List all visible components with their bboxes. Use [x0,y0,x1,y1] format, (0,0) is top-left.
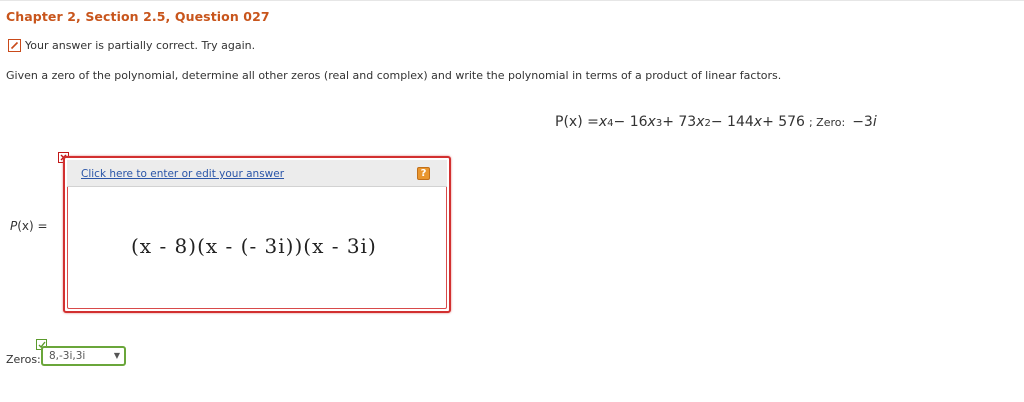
help-icon[interactable]: ? [417,167,430,180]
question-text: Given a zero of the polynomial, determin… [6,69,782,82]
answer-lhs-label: P(x) = [10,219,48,233]
answer-toolbar: Click here to enter or edit your answer … [67,160,447,187]
zeros-value: 8,-3i,3i [49,350,86,362]
poly-term: + 73 [662,114,697,130]
poly-var: x [598,114,608,130]
status-message: Your answer is partially correct. Try ag… [25,38,256,52]
edit-answer-link[interactable]: Click here to enter or edit your answer [81,168,284,180]
zero-value: −3 [852,114,873,130]
answer-status: Your answer is partially correct. Try ag… [8,37,255,53]
top-divider [0,0,1024,1]
chevron-down-icon: ▼ [113,351,120,360]
answer-editor[interactable]: Click here to enter or edit your answer … [63,156,451,313]
partially-correct-icon [8,38,21,52]
zero-imaginary-unit: i [872,114,877,130]
poly-term: − 16 [613,114,648,130]
zeros-dropdown[interactable]: 8,-3i,3i ▼ [41,346,126,366]
poly-var: x [753,114,763,130]
px-equals: = [33,219,48,233]
poly-lhs: P(x) = [555,114,599,130]
poly-term: + 576 [762,114,805,130]
poly-var: x [647,114,656,130]
answer-expression: (x - 8)(x - (- 3i))(x - 3i) [131,234,377,258]
zero-label: ; Zero: [808,116,846,129]
poly-var: x [696,114,705,130]
poly-term: − 144 [710,114,754,130]
given-polynomial: P(x) = x4 − 16 x3 + 73 x2 − 144 x + 576 … [555,114,877,130]
question-heading: Chapter 2, Section 2.5, Question 027 [6,9,270,24]
zeros-label: Zeros: [6,353,41,366]
px-argument: (x) [17,219,34,233]
